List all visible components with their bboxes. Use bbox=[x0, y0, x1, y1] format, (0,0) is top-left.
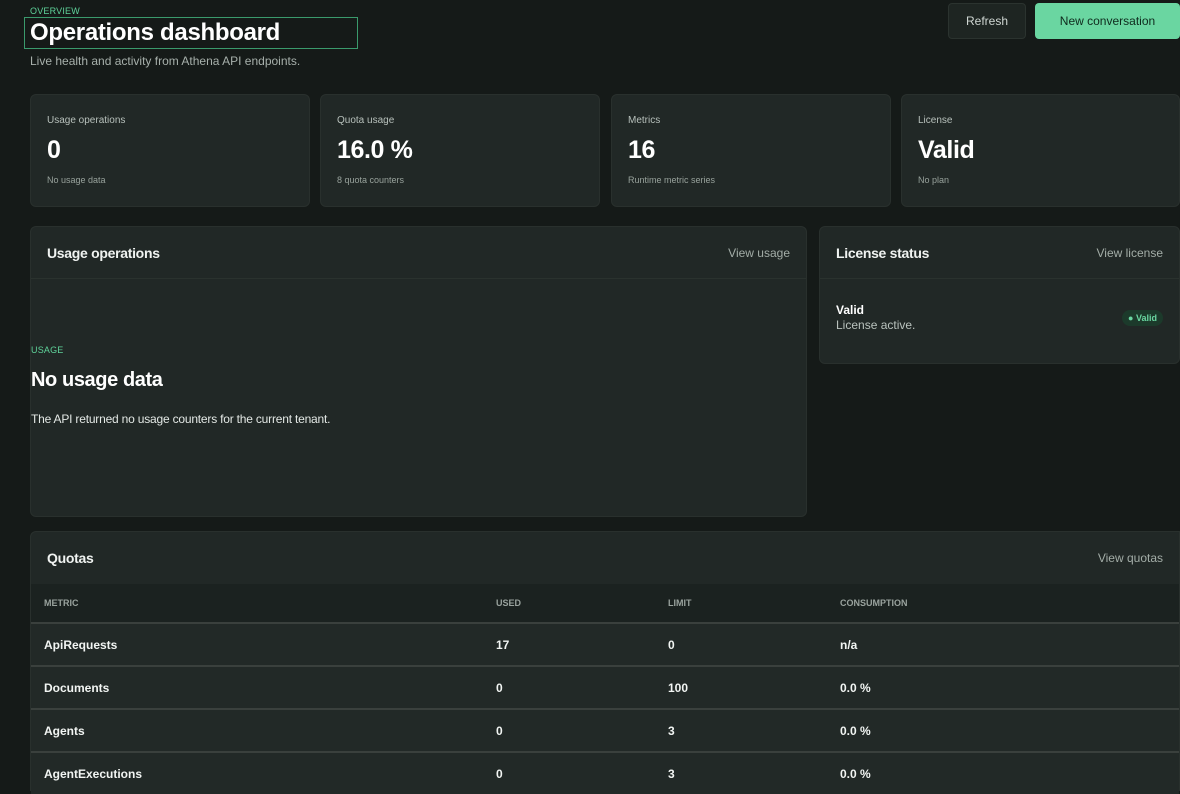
new-conversation-button[interactable]: New conversation bbox=[1035, 3, 1180, 39]
refresh-button[interactable]: Refresh bbox=[948, 3, 1026, 39]
cell-consumption: 0.0 % bbox=[840, 665, 1179, 709]
stat-hint: 8 quota counters bbox=[337, 175, 405, 185]
usage-operations-panel: Usage operations View usage USAGE No usa… bbox=[30, 226, 807, 517]
stat-label: Usage operations bbox=[47, 115, 126, 126]
license-body: Valid License active. ● Valid bbox=[820, 279, 1179, 332]
table-header-row: METRIC USED LIMIT CONSUMPTION bbox=[31, 584, 1179, 623]
table-row: AgentExecutions 0 3 0.0 % bbox=[31, 751, 1179, 794]
stat-label: License bbox=[918, 115, 953, 126]
panel-header: Usage operations View usage bbox=[31, 227, 806, 279]
cell-consumption: n/a bbox=[840, 622, 1179, 666]
stat-card-license: License Valid No plan bbox=[901, 94, 1180, 207]
stat-value: Valid bbox=[918, 136, 975, 164]
stat-card-metrics: Metrics 16 Runtime metric series bbox=[611, 94, 891, 207]
table-row: ApiRequests 17 0 n/a bbox=[31, 622, 1179, 666]
stat-value: 16.0 % bbox=[337, 136, 413, 164]
quotas-table: METRIC USED LIMIT CONSUMPTION ApiRequest… bbox=[31, 584, 1179, 794]
stat-value: 0 bbox=[47, 136, 61, 164]
view-quotas-link[interactable]: View quotas bbox=[1098, 551, 1163, 565]
license-info: Valid License active. bbox=[836, 303, 915, 332]
empty-title: No usage data bbox=[31, 369, 163, 391]
cell-metric: ApiRequests bbox=[31, 622, 496, 666]
table-row: Documents 0 100 0.0 % bbox=[31, 665, 1179, 709]
column-header-consumption[interactable]: CONSUMPTION bbox=[840, 584, 1179, 623]
column-header-metric[interactable]: METRIC bbox=[31, 584, 496, 623]
stat-label: Quota usage bbox=[337, 115, 395, 126]
page-title-box: Operations dashboard bbox=[24, 17, 358, 49]
header-actions: Refresh New conversation bbox=[948, 3, 1180, 39]
cell-limit: 100 bbox=[668, 665, 840, 709]
empty-text: The API returned no usage counters for t… bbox=[31, 412, 331, 426]
stat-hint: Runtime metric series bbox=[628, 175, 716, 185]
cell-used: 0 bbox=[496, 665, 668, 709]
panel-header: License status View license bbox=[820, 227, 1179, 279]
license-value: Valid bbox=[836, 303, 865, 317]
column-header-limit[interactable]: LIMIT bbox=[668, 584, 840, 623]
stat-card-quota: Quota usage 16.0 % 8 quota counters bbox=[320, 94, 600, 207]
cell-metric: Documents bbox=[31, 665, 496, 709]
stat-hint: No usage data bbox=[47, 175, 106, 185]
panel-title: License status bbox=[836, 244, 930, 261]
view-license-link[interactable]: View license bbox=[1097, 246, 1163, 260]
panel-header: Quotas View quotas bbox=[31, 532, 1179, 584]
cell-metric: Agents bbox=[31, 708, 496, 752]
quotas-panel: Quotas View quotas METRIC USED LIMIT CON… bbox=[30, 531, 1180, 794]
cell-limit: 3 bbox=[668, 751, 840, 794]
stat-label: Metrics bbox=[628, 115, 661, 126]
cell-limit: 0 bbox=[668, 622, 840, 666]
page-title: Operations dashboard bbox=[30, 19, 281, 46]
table-row: Agents 0 3 0.0 % bbox=[31, 708, 1179, 752]
column-header-used[interactable]: USED bbox=[496, 584, 668, 623]
status-badge: ● Valid bbox=[1122, 309, 1163, 326]
panel-title: Quotas bbox=[47, 550, 94, 566]
cell-used: 17 bbox=[496, 622, 668, 666]
cell-used: 0 bbox=[496, 708, 668, 752]
stat-value: 16 bbox=[628, 136, 656, 164]
cell-metric: AgentExecutions bbox=[31, 751, 496, 794]
cell-used: 0 bbox=[496, 751, 668, 794]
license-status-panel: License status View license Valid Licens… bbox=[819, 226, 1180, 364]
page-header: OVERVIEW Operations dashboard Live healt… bbox=[24, 6, 358, 68]
cell-limit: 3 bbox=[668, 708, 840, 752]
page-subtitle: Live health and activity from Athena API… bbox=[30, 54, 301, 68]
panel-title: Usage operations bbox=[47, 244, 160, 261]
view-usage-link[interactable]: View usage bbox=[728, 246, 790, 260]
usage-empty-state: USAGE No usage data The API returned no … bbox=[31, 345, 330, 426]
usage-eyebrow: USAGE bbox=[31, 345, 64, 355]
stat-card-usage: Usage operations 0 No usage data bbox=[30, 94, 310, 207]
stat-hint: No plan bbox=[918, 175, 950, 185]
page-eyebrow: OVERVIEW bbox=[30, 6, 80, 16]
cell-consumption: 0.0 % bbox=[840, 751, 1179, 794]
cell-consumption: 0.0 % bbox=[840, 708, 1179, 752]
license-subtext: License active. bbox=[836, 318, 916, 332]
